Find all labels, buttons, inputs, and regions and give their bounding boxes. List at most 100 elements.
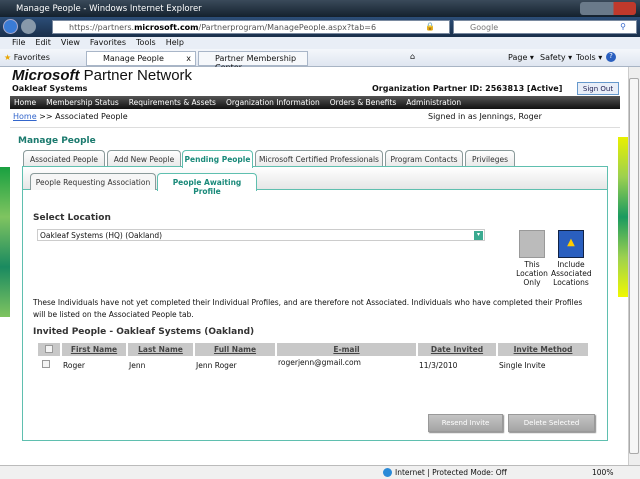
- col-full-name[interactable]: Full Name: [194, 343, 277, 356]
- nav-requirements-assets[interactable]: Requirements & Assets: [129, 98, 216, 109]
- delete-selected-label: Delete Selected: [523, 419, 580, 427]
- page-menu[interactable]: Page ▾: [508, 53, 534, 62]
- page-title: Manage People: [18, 136, 96, 146]
- breadcrumb: Home >> Associated People: [13, 112, 128, 121]
- subtab-label: People Requesting Association: [35, 178, 151, 187]
- tab-label: Program Contacts: [390, 155, 458, 164]
- tab-add-new-people[interactable]: Add New People: [107, 150, 181, 167]
- zone-status: Internet | Protected Mode: Off: [395, 468, 507, 477]
- tab-pending-people[interactable]: Pending People: [182, 150, 253, 168]
- logo-partner-network: Partner Network: [79, 67, 193, 84]
- menu-view[interactable]: View: [61, 38, 80, 49]
- cell-first-name: Roger: [63, 360, 85, 370]
- subtab-people-requesting-association[interactable]: People Requesting Association: [30, 173, 156, 190]
- window-title: Manage People - Windows Internet Explore…: [16, 4, 202, 14]
- invited-people-heading: Invited People - Oakleaf Systems (Oaklan…: [33, 327, 255, 337]
- include-associated-locations-option[interactable]: ▲ Include Associated Locations: [551, 230, 592, 287]
- row-checkbox[interactable]: [38, 356, 61, 374]
- this-location-only-label: This Location Only: [516, 260, 548, 287]
- logo-microsoft: Microsoft: [12, 67, 80, 84]
- tab-program-contacts[interactable]: Program Contacts: [385, 150, 463, 167]
- help-icon[interactable]: ?: [606, 52, 616, 62]
- include-associated-locations-label: Include Associated Locations: [551, 260, 592, 287]
- cell-full-name: Jenn Roger: [196, 360, 237, 370]
- chevron-down-icon: ▾: [474, 231, 483, 240]
- col-date-invited[interactable]: Date Invited: [417, 343, 498, 356]
- search-placeholder: Google: [470, 23, 499, 32]
- subtab-label: People Awaiting Profile: [172, 178, 242, 196]
- tab-panel: People Requesting Association People Awa…: [22, 166, 608, 441]
- col-last-name[interactable]: Last Name: [127, 343, 195, 356]
- close-icon[interactable]: x: [186, 54, 191, 63]
- nav-home[interactable]: Home: [14, 98, 36, 109]
- tab-associated-people[interactable]: Associated People: [23, 150, 105, 167]
- menu-edit[interactable]: Edit: [35, 38, 51, 49]
- menu-tools[interactable]: Tools: [136, 38, 156, 49]
- tools-menu[interactable]: Tools ▾: [576, 53, 602, 62]
- web-page: Microsoft Partner Network Oakleaf System…: [0, 67, 628, 465]
- subtab-bar: People Requesting Association People Awa…: [23, 167, 607, 196]
- favorites-button[interactable]: ★ Favorites: [4, 53, 50, 62]
- tab-label: Associated People: [30, 155, 98, 164]
- delete-selected-button[interactable]: Delete Selected: [508, 414, 595, 432]
- tab-privileges[interactable]: Privileges: [465, 150, 515, 167]
- cell-email: rogerjenn@gmail.com: [278, 358, 361, 367]
- window-controls[interactable]: [580, 2, 636, 15]
- col-email[interactable]: E-mail: [276, 343, 418, 356]
- cell-invite-method: Single Invite: [499, 360, 546, 370]
- nav-orders-benefits[interactable]: Orders & Benefits: [330, 98, 397, 109]
- location-select-value: Oakleaf Systems (HQ) (Oakland): [40, 231, 163, 240]
- back-button[interactable]: [3, 19, 18, 34]
- col-first-name[interactable]: First Name: [61, 343, 128, 356]
- main-nav: Home Membership Status Requirements & As…: [10, 96, 620, 109]
- info-text: These Individuals have not yet completed…: [33, 298, 583, 319]
- org-chart-gray-icon: [519, 230, 545, 258]
- menu-bar: File Edit View Favorites Tools Help: [0, 37, 640, 49]
- tab-label: Add New People: [113, 155, 175, 164]
- address-row: https://partners.microsoft.com/Partnerpr…: [0, 17, 640, 37]
- zoom-level[interactable]: 100%: [592, 468, 613, 477]
- sign-out-button[interactable]: Sign Out: [577, 82, 619, 95]
- breadcrumb-home[interactable]: Home: [13, 112, 37, 121]
- nav-organization-information[interactable]: Organization Information: [226, 98, 320, 109]
- select-location-label: Select Location: [33, 213, 111, 223]
- browser-tab-partner-membership[interactable]: Partner Membership Center: [198, 51, 308, 72]
- tab-label: Privileges: [471, 155, 509, 164]
- search-icon[interactable]: ⚲: [620, 22, 626, 31]
- decor-strip-right: [618, 137, 628, 297]
- command-bar: ★ Favorites Manage People x Partner Membe…: [0, 49, 640, 72]
- this-location-only-option[interactable]: This Location Only: [515, 230, 549, 287]
- safety-menu[interactable]: Safety ▾: [540, 53, 572, 62]
- resend-invite-label: Resend Invite: [441, 419, 490, 427]
- logo: Microsoft Partner Network: [12, 67, 192, 84]
- search-input[interactable]: Google ⚲: [453, 20, 637, 34]
- browser-tab-label: Manage People: [103, 54, 164, 63]
- select-all-checkbox[interactable]: [38, 343, 62, 356]
- home-icon[interactable]: ⌂: [410, 52, 415, 61]
- globe-icon: [383, 468, 392, 477]
- tab-microsoft-certified-professionals[interactable]: Microsoft Certified Professionals: [255, 150, 383, 167]
- nav-membership-status[interactable]: Membership Status: [46, 98, 119, 109]
- menu-file[interactable]: File: [12, 38, 25, 49]
- forward-button[interactable]: [21, 19, 36, 34]
- star-icon: ★: [4, 53, 12, 62]
- nav-administration[interactable]: Administration: [406, 98, 461, 109]
- resend-invite-button[interactable]: Resend Invite: [428, 414, 503, 432]
- org-name: Oakleaf Systems: [12, 84, 88, 93]
- table-header: First Name Last Name Full Name E-mail Da…: [38, 343, 590, 356]
- invited-people-table: First Name Last Name Full Name E-mail Da…: [38, 343, 590, 374]
- scrollbar-thumb[interactable]: [629, 78, 639, 454]
- sign-out-label: Sign Out: [582, 85, 614, 93]
- subtab-people-awaiting-profile[interactable]: People Awaiting Profile: [157, 173, 257, 196]
- address-bar[interactable]: https://partners.microsoft.com/Partnerpr…: [52, 20, 450, 34]
- browser-tab-manage-people[interactable]: Manage People x: [86, 51, 196, 66]
- cell-last-name: Jenn: [129, 360, 146, 370]
- status-bar: Internet | Protected Mode: Off 100%: [0, 465, 640, 479]
- location-select[interactable]: Oakleaf Systems (HQ) (Oakland) ▾: [37, 229, 485, 241]
- cell-date-invited: 11/3/2010: [419, 360, 458, 370]
- url-prefix: https://partners.: [69, 23, 135, 32]
- col-invite-method[interactable]: Invite Method: [497, 343, 590, 356]
- signed-in-text: Signed in as Jennings, Roger: [428, 112, 542, 121]
- menu-favorites[interactable]: Favorites: [90, 38, 126, 49]
- menu-help[interactable]: Help: [166, 38, 184, 49]
